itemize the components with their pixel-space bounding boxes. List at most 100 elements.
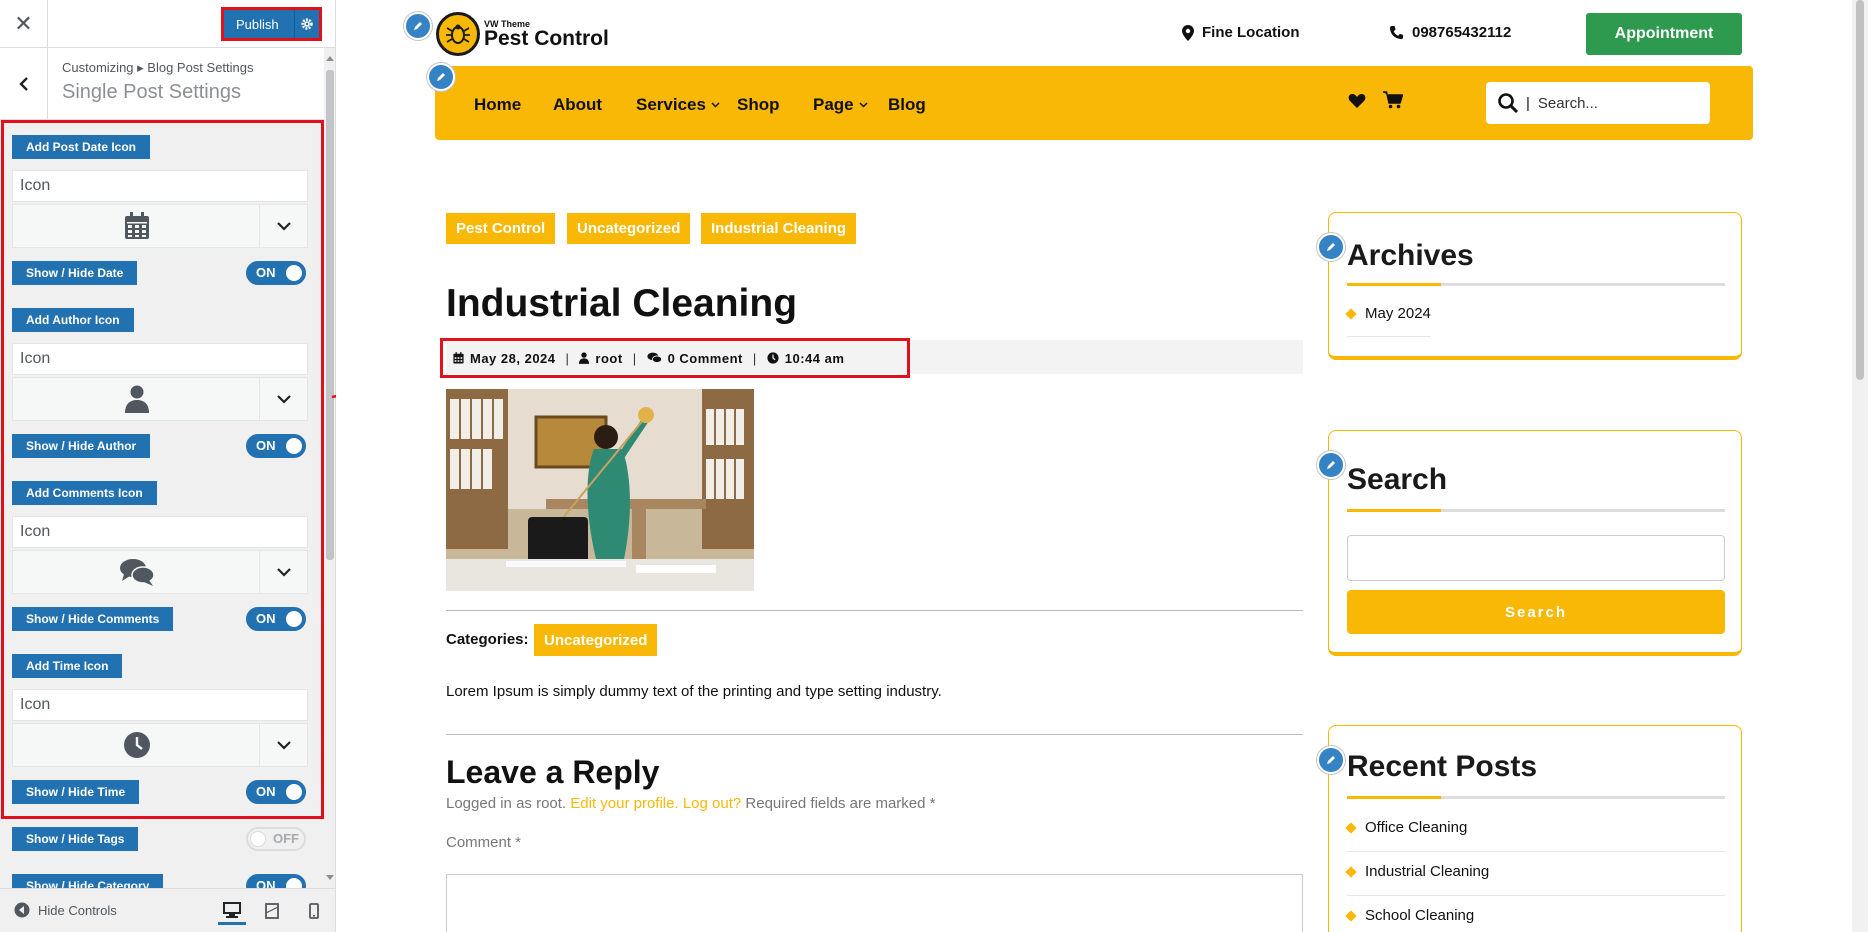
show-hide-date-label: Show / Hide Date bbox=[12, 261, 138, 285]
scrollbar-thumb[interactable] bbox=[1856, 0, 1864, 380]
comments-icon-field[interactable]: Icon bbox=[12, 516, 308, 548]
location-text: Fine Location bbox=[1202, 24, 1300, 41]
hide-controls-label: Hide Controls bbox=[38, 902, 117, 918]
calendar-icon bbox=[453, 352, 464, 364]
header-search-input[interactable]: | Search... bbox=[1486, 82, 1710, 124]
edit-pencil-icon[interactable] bbox=[427, 63, 455, 91]
add-comments-icon-button[interactable]: Add Comments Icon bbox=[12, 481, 157, 505]
recent-posts-widget: Recent Posts Office Cleaning Industrial … bbox=[1317, 725, 1742, 932]
sidebar-search-input[interactable] bbox=[1347, 535, 1725, 581]
comments-toggle[interactable]: ON bbox=[246, 607, 306, 631]
author-icon-picker[interactable] bbox=[12, 377, 308, 421]
add-time-icon-button[interactable]: Add Time Icon bbox=[12, 654, 123, 678]
show-hide-author-label: Show / Hide Author bbox=[12, 434, 151, 458]
post-date[interactable]: May 28, 2024 bbox=[470, 351, 556, 366]
comment-textarea[interactable] bbox=[446, 874, 1303, 932]
tags-toggle[interactable]: OFF bbox=[246, 827, 306, 851]
nav-page[interactable]: Page bbox=[813, 95, 868, 115]
comments-icon-picker[interactable] bbox=[12, 550, 308, 594]
author-toggle[interactable]: ON bbox=[246, 434, 306, 458]
comments-icon bbox=[646, 352, 662, 363]
post-tag[interactable]: Industrial Cleaning bbox=[701, 213, 857, 244]
post-tag[interactable]: Uncategorized bbox=[567, 213, 691, 244]
comments-toggle-state: ON bbox=[256, 611, 276, 626]
recent-post-item[interactable]: School Cleaning bbox=[1345, 907, 1474, 924]
chevron-down-icon[interactable] bbox=[259, 205, 307, 247]
show-hide-time-label: Show / Hide Time bbox=[12, 780, 140, 804]
recent-posts-title: Recent Posts bbox=[1347, 750, 1538, 783]
post-tag[interactable]: Pest Control bbox=[446, 213, 556, 244]
close-icon[interactable]: ✕ bbox=[0, 0, 48, 47]
panel-scrollbar[interactable] bbox=[324, 48, 335, 888]
log-out-link[interactable]: Log out? bbox=[683, 795, 741, 812]
sidebar-search-button[interactable]: Search bbox=[1347, 590, 1725, 634]
search-placeholder: Search... bbox=[1537, 94, 1598, 112]
publish-label: Publish bbox=[236, 16, 279, 32]
recent-post-item[interactable]: Office Cleaning bbox=[1345, 819, 1467, 836]
phone-icon bbox=[1389, 25, 1404, 40]
publish-button[interactable]: Publish bbox=[221, 7, 322, 41]
reply-heading: Leave a Reply bbox=[446, 754, 660, 790]
location-info: Fine Location bbox=[1182, 24, 1300, 41]
nav-about[interactable]: About bbox=[553, 95, 602, 115]
nav-shop[interactable]: Shop bbox=[737, 95, 780, 115]
hide-controls-button[interactable]: Hide Controls bbox=[14, 902, 117, 918]
recent-post-item[interactable]: Industrial Cleaning bbox=[1345, 863, 1489, 880]
nav-services[interactable]: Services bbox=[636, 95, 720, 115]
author-icon-field[interactable]: Icon bbox=[12, 343, 308, 375]
logged-in-text: Logged in as root. bbox=[446, 795, 567, 812]
nav-home[interactable]: Home bbox=[474, 95, 521, 115]
logo-title: Pest Control bbox=[484, 27, 609, 50]
site-logo[interactable]: VW Theme Pest Control bbox=[436, 12, 609, 56]
title-underline bbox=[1347, 796, 1725, 799]
nav-services-label: Services bbox=[636, 95, 706, 114]
back-arrow-icon[interactable] bbox=[0, 48, 48, 119]
heart-icon[interactable] bbox=[1348, 93, 1366, 109]
date-toggle[interactable]: ON bbox=[246, 261, 306, 285]
date-icon-picker[interactable] bbox=[12, 204, 308, 248]
tags-toggle-state: OFF bbox=[273, 831, 299, 846]
nav-page-label: Page bbox=[813, 95, 854, 114]
date-toggle-state: ON bbox=[256, 265, 276, 280]
mobile-preview-icon[interactable] bbox=[300, 897, 328, 925]
edit-pencil-icon[interactable] bbox=[1317, 233, 1345, 261]
breadcrumb: Customizing ▸ Blog Post Settings bbox=[62, 60, 254, 75]
clock-icon bbox=[767, 352, 779, 364]
post-comments[interactable]: 0 Comment bbox=[668, 351, 743, 366]
nav-blog[interactable]: Blog bbox=[888, 95, 926, 115]
show-hide-tags-label: Show / Hide Tags bbox=[12, 827, 139, 851]
tablet-preview-icon[interactable] bbox=[258, 897, 286, 925]
add-post-date-icon-button[interactable]: Add Post Date Icon bbox=[12, 135, 151, 159]
cart-icon[interactable] bbox=[1383, 91, 1403, 109]
divider bbox=[446, 734, 1303, 735]
comment-label: Comment * bbox=[446, 834, 522, 851]
time-icon-field[interactable]: Icon bbox=[12, 689, 308, 721]
desktop-preview-icon[interactable] bbox=[218, 897, 246, 925]
chevron-down-icon[interactable] bbox=[259, 378, 307, 420]
scroll-up-icon[interactable] bbox=[326, 56, 334, 61]
edit-profile-link[interactable]: Edit your profile. bbox=[570, 795, 678, 812]
post-author[interactable]: root bbox=[595, 351, 622, 366]
scroll-down-icon[interactable] bbox=[326, 875, 334, 880]
edit-pencil-icon[interactable] bbox=[1317, 746, 1345, 774]
edit-pencil-icon[interactable] bbox=[1317, 451, 1345, 479]
location-pin-icon bbox=[1182, 24, 1194, 41]
time-icon-picker[interactable] bbox=[12, 723, 308, 767]
edit-pencil-icon[interactable] bbox=[404, 12, 432, 40]
post-title: Industrial Cleaning bbox=[446, 282, 798, 325]
archive-item[interactable]: May 2024 bbox=[1345, 305, 1431, 322]
date-icon-field[interactable]: Icon bbox=[12, 170, 308, 202]
appointment-button[interactable]: Appointment bbox=[1586, 13, 1742, 55]
preview-scrollbar[interactable] bbox=[1852, 0, 1868, 932]
scrollbar-thumb[interactable] bbox=[326, 70, 334, 560]
bug-logo-icon bbox=[436, 12, 480, 56]
time-toggle[interactable]: ON bbox=[246, 780, 306, 804]
chevron-down-icon[interactable] bbox=[259, 551, 307, 593]
add-author-icon-button[interactable]: Add Author Icon bbox=[12, 308, 134, 332]
search-widget-title: Search bbox=[1347, 463, 1448, 496]
divider bbox=[446, 610, 1303, 611]
chevron-down-icon[interactable] bbox=[259, 724, 307, 766]
category-tag[interactable]: Uncategorized bbox=[534, 624, 658, 656]
calendar-icon bbox=[13, 205, 261, 247]
gear-icon[interactable] bbox=[294, 10, 319, 38]
